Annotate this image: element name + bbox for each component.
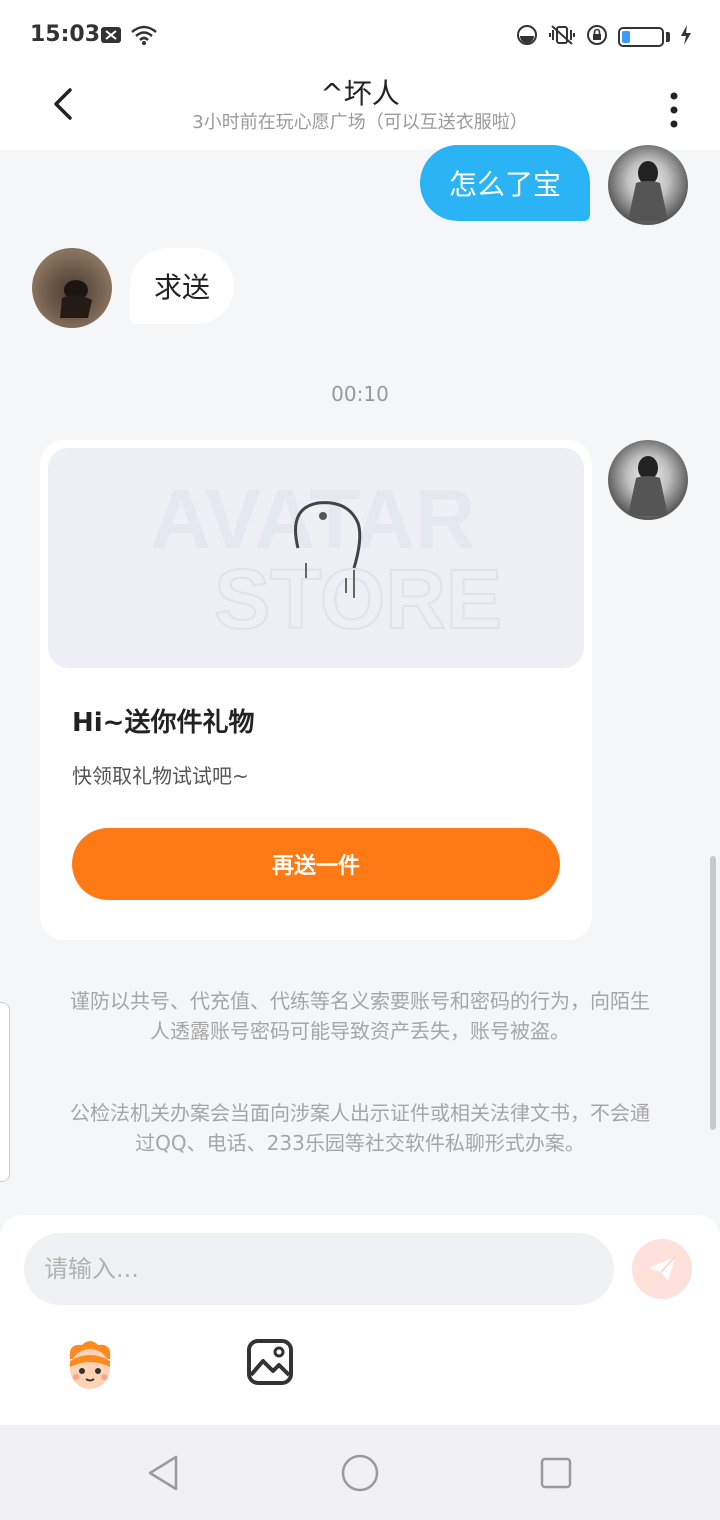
sim-off-icon [100,26,122,48]
status-left-icons [100,24,158,50]
avatar[interactable] [32,248,112,328]
charging-icon [680,24,692,50]
image-icon [247,1339,293,1385]
status-time: 15:03 [30,22,101,47]
vibrate-icon [548,24,576,50]
input-panel [0,1215,720,1425]
screen-lock-icon [586,24,608,50]
chat-subtitle: 3小时前在玩心愿广场（可以互送衣服啦） [192,112,528,133]
emoji-button[interactable] [60,1335,120,1395]
message-timestamp: 00:10 [331,382,389,406]
security-notice-1: 谨防以共号、代充值、代练等名义索要账号和密码的行为，向陌生人透露账号密码可能导致… [70,989,650,1043]
gift-title: Hi~送你件礼物 [72,708,255,738]
chat-header: ^坏人 3小时前在玩心愿广场（可以互送衣服啦） [0,70,720,150]
paper-plane-icon [649,1256,676,1281]
wifi-icon [130,24,158,50]
security-notice-2: 公检法机关办案会当面向涉案人出示证件或相关法律文书，不会通过QQ、电话、233乐… [70,1101,650,1155]
data-saver-icon [516,24,538,50]
status-right-icons [516,24,692,50]
message-input[interactable] [24,1233,614,1305]
more-button[interactable] [658,80,690,128]
gift-card[interactable]: AVATAR STORE Hi~送你件礼物 快领取礼物试试吧~ 再送一件 [40,440,592,940]
triangle-back-icon [148,1455,178,1491]
scrollbar[interactable] [710,856,716,1130]
message-bubble-outgoing[interactable]: 怎么了宝 [420,145,590,221]
battery-icon [618,27,670,47]
self-avatar-figure [628,161,668,221]
status-bar: 15:03 [0,0,720,70]
gift-image: AVATAR STORE [48,448,584,668]
more-vertical-icon [670,92,678,128]
watermark-line-2: STORE [214,552,502,646]
circle-home-icon [341,1454,379,1492]
send-again-button[interactable]: 再送一件 [72,828,560,900]
avatar[interactable] [608,145,688,225]
avatar[interactable] [608,440,688,520]
square-recents-icon [540,1457,572,1489]
other-avatar-figure [60,280,92,318]
nav-recents-button[interactable] [534,1451,578,1495]
self-avatar-figure [628,456,668,516]
image-button[interactable] [245,1337,295,1387]
send-button[interactable] [632,1239,692,1299]
system-nav-bar [0,1425,720,1520]
gift-description: 快领取礼物试试吧~ [72,764,249,788]
edge-panel-handle[interactable] [0,1002,10,1182]
nav-home-button[interactable] [338,1451,382,1495]
message-bubble-incoming[interactable]: 求送 [130,248,234,324]
emoji-face-icon [69,1341,111,1389]
chat-title: ^坏人 [320,77,400,110]
nav-back-button[interactable] [142,1451,186,1495]
gift-item-image: AVATAR STORE [150,472,502,647]
